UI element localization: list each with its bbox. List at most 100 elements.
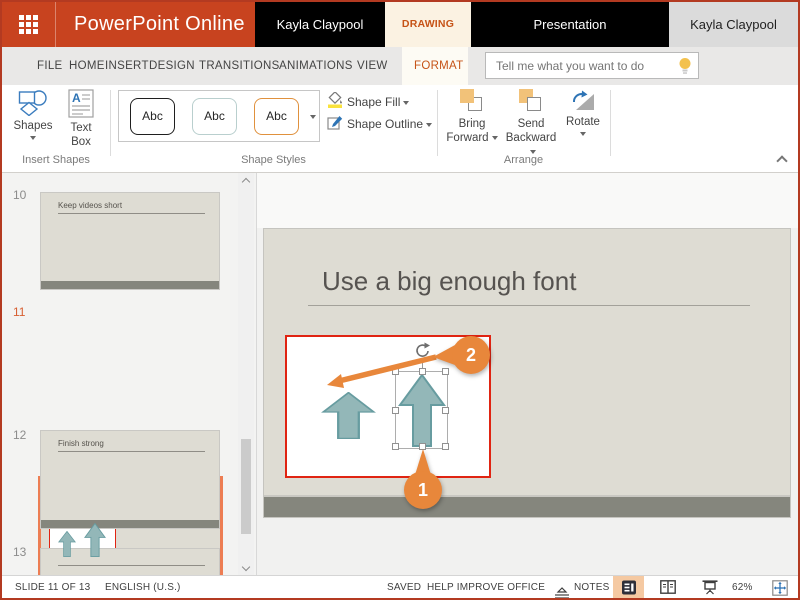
dropdown-caret [426, 122, 433, 127]
signed-in-user[interactable]: Kayla Claypool [669, 2, 798, 47]
rotate-icon [573, 90, 594, 110]
tab-transitions[interactable]: TRANSITIONS [199, 47, 280, 85]
slide-show-button[interactable] [696, 576, 724, 598]
resize-handle-e[interactable] [442, 407, 449, 414]
account-tab-left[interactable]: Kayla Claypool [255, 2, 385, 47]
slide-number: 10 [13, 188, 27, 202]
saved-status: SAVED [387, 582, 422, 593]
group-separator [437, 90, 438, 156]
small-arrow-shape[interactable] [321, 392, 376, 439]
chevron-down-icon [241, 562, 251, 572]
app-header: PowerPoint Online Kayla Claypool DRAWING… [2, 2, 798, 75]
editing-canvas: Use a big enough font 2 1 [256, 173, 798, 575]
ribbon: Shapes A Text Box Insert Shapes Abc Abc … [2, 85, 798, 173]
tell-me-search [485, 52, 699, 79]
resize-handle-se[interactable] [442, 443, 449, 450]
zoom-level[interactable]: 62% [732, 576, 753, 598]
thumbnail-footer-bar [41, 281, 219, 289]
shape-style-swatch-1[interactable]: Abc [130, 98, 175, 135]
notes-icon [555, 587, 569, 598]
lightbulb-icon [679, 58, 691, 74]
shape-fill-button[interactable]: Shape Fill [327, 90, 410, 112]
dropdown-caret [403, 100, 410, 105]
tab-format[interactable]: FORMAT [414, 47, 464, 85]
tell-me-search-input[interactable] [486, 53, 672, 78]
annotation-red-box [285, 335, 491, 478]
small-arrow-shape-mini [58, 531, 76, 557]
resize-handle-n[interactable] [419, 368, 426, 375]
editing-view-button[interactable] [613, 576, 644, 598]
tab-animations[interactable]: ANIMATIONS [279, 47, 353, 85]
tab-home[interactable]: HOME [69, 47, 105, 85]
waffle-icon [19, 15, 39, 35]
group-label-insert-shapes: Insert Shapes [22, 154, 90, 166]
reading-view-button[interactable] [654, 576, 682, 598]
slide-thumbnail-panel: 10 Keep videos short 11 Use a big enough… [2, 173, 256, 575]
slide-number: 13 [13, 545, 27, 559]
shape-style-swatch-2[interactable]: Abc [192, 98, 237, 135]
slide-indicator: SLIDE 11 OF 13 [15, 582, 91, 593]
help-improve-office-link[interactable]: HELP IMPROVE OFFICE [427, 576, 545, 598]
text-box-button[interactable]: A Text Box [59, 89, 103, 149]
status-bar: SLIDE 11 OF 13 ENGLISH (U.S.) SAVED HELP… [2, 575, 798, 598]
ribbon-tab-bar: FILE HOME INSERT DESIGN TRANSITIONS ANIM… [2, 47, 798, 85]
rotate-handle[interactable] [414, 342, 431, 359]
scrollbar-thumb[interactable] [241, 439, 251, 534]
tab-design[interactable]: DESIGN [149, 47, 195, 85]
notes-button[interactable]: NOTES [574, 576, 609, 598]
bring-forward-icon [459, 89, 485, 113]
slide-title-text[interactable]: Use a big enough font [322, 266, 576, 297]
dropdown-caret [310, 115, 316, 119]
text-box-icon: A [68, 89, 94, 118]
app-title: PowerPoint Online [74, 13, 245, 35]
tab-view[interactable]: VIEW [357, 47, 388, 85]
canvas-margin [257, 173, 798, 228]
shape-style-swatch-3[interactable]: Abc [254, 98, 299, 135]
scroll-down-button[interactable] [238, 559, 254, 575]
scroll-up-button[interactable] [238, 173, 254, 189]
app-launcher-button[interactable] [2, 2, 55, 47]
thumbnail-footer-bar [41, 520, 219, 528]
slide-title-underline [308, 305, 750, 306]
slide-number-selected: 11 [13, 305, 26, 319]
group-label-shape-styles: Shape Styles [241, 154, 306, 166]
fit-to-window-icon [772, 580, 788, 596]
shapes-button[interactable]: Shapes [10, 89, 56, 140]
gallery-more-button[interactable] [310, 112, 316, 119]
fit-to-window-button[interactable] [766, 576, 794, 598]
slide-thumbnail-10[interactable]: Keep videos short [40, 192, 220, 290]
shapes-icon [18, 90, 47, 117]
dropdown-caret [580, 132, 586, 136]
resize-handle-w[interactable] [392, 407, 399, 414]
send-backward-icon [518, 89, 544, 113]
header-divider [55, 2, 56, 47]
slide-number: 12 [13, 428, 27, 442]
shape-outline-icon [327, 116, 343, 130]
shape-style-gallery: Abc Abc Abc [118, 90, 320, 142]
drawing-tools-contextual-label: DRAWING TOOLS [385, 2, 471, 75]
resize-handle-ne[interactable] [442, 368, 449, 375]
resize-handle-s[interactable] [419, 443, 426, 450]
tab-file[interactable]: FILE [37, 47, 63, 85]
reading-view-icon [660, 580, 676, 594]
shape-outline-button[interactable]: Shape Outline [327, 115, 433, 135]
document-title[interactable]: Presentation [471, 2, 669, 47]
language-button[interactable]: ENGLISH (U.S.) [105, 576, 181, 598]
dropdown-caret [491, 135, 498, 140]
tab-insert[interactable]: INSERT [105, 47, 149, 85]
dropdown-caret [30, 136, 36, 140]
group-label-arrange: Arrange [503, 154, 544, 166]
group-separator [110, 90, 111, 156]
editing-view-icon [621, 580, 636, 595]
group-separator [610, 90, 611, 156]
slide-thumbnail-12[interactable]: Finish strong [40, 430, 220, 529]
chevron-up-icon [241, 177, 251, 187]
powerpoint-online-window: PowerPoint Online Kayla Claypool DRAWING… [0, 0, 800, 600]
slide-show-icon [702, 580, 718, 595]
resize-handle-nw[interactable] [392, 368, 399, 375]
rotate-button[interactable]: Rotate [562, 89, 604, 136]
resize-handle-sw[interactable] [392, 443, 399, 450]
large-arrow-shape-mini [84, 523, 106, 557]
collapse-ribbon-button[interactable] [776, 155, 788, 167]
slide-footer-bar [264, 495, 790, 517]
